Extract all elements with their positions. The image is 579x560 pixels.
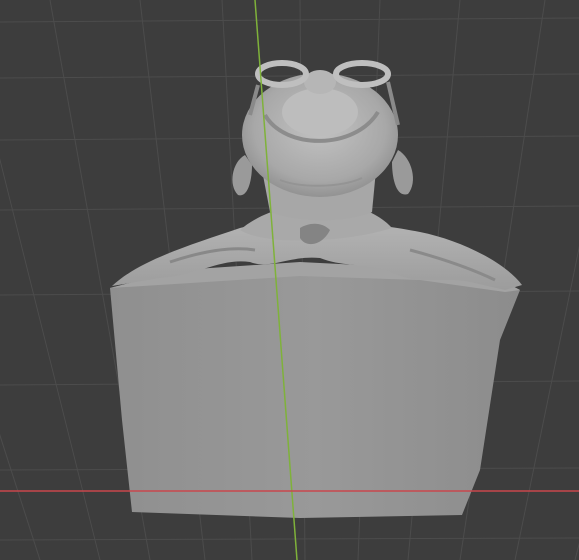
viewport-canvas[interactable] [0, 0, 579, 560]
base-block [110, 270, 520, 518]
chin [282, 88, 358, 136]
3d-viewport[interactable] [0, 0, 579, 560]
